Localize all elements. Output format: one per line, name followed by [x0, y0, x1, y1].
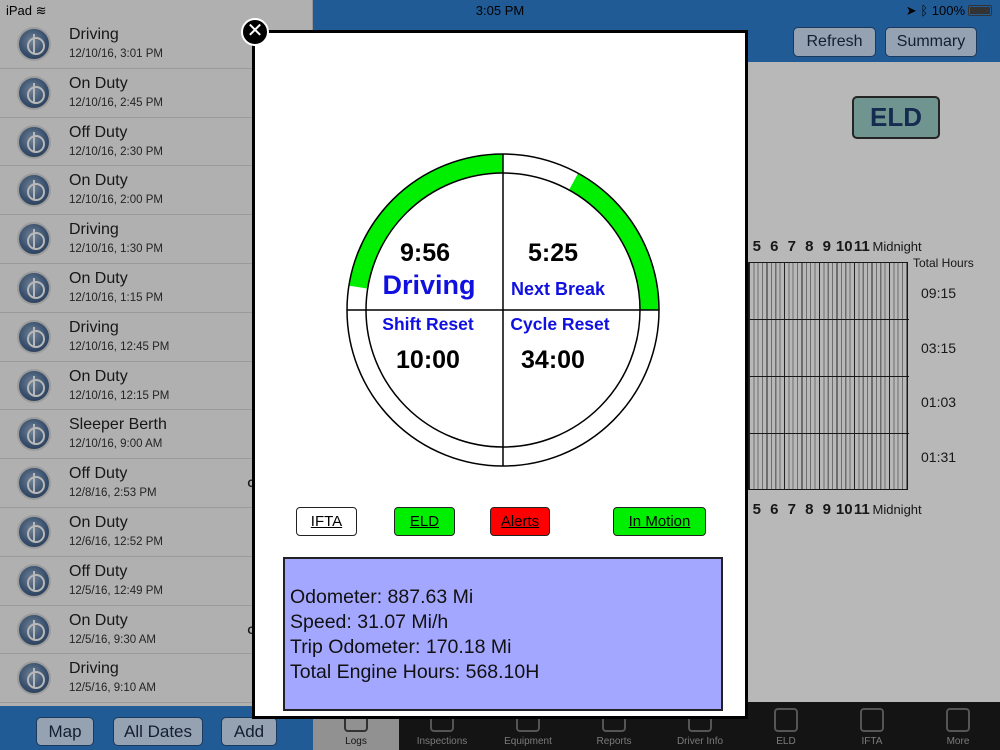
eld-status-modal: 9:56 5:25 Driving Next Break Shift Reset…: [252, 30, 748, 719]
engine-hours-text: Total Engine Hours: 568.10H: [290, 661, 540, 683]
alerts-button[interactable]: Alerts: [490, 507, 550, 536]
odometer-text: Odometer: 887.63 Mi: [290, 586, 474, 608]
trip-odometer-text: Trip Odometer: 170.18 Mi: [290, 636, 512, 658]
bluetooth-icon: ᛒ: [920, 3, 929, 18]
close-icon[interactable]: ✕: [241, 18, 269, 46]
cycle-reset-time: 34:00: [521, 346, 585, 374]
cycle-reset-label: Cycle Reset: [510, 314, 609, 334]
vehicle-info-box: Odometer: 887.63 Mi Speed: 31.07 Mi/h Tr…: [283, 557, 723, 711]
next-break-time: 5:25: [528, 239, 578, 267]
shift-reset-time: 10:00: [396, 346, 460, 374]
speed-text: Speed: 31.07 Mi/h: [290, 611, 449, 633]
in-motion-button[interactable]: In Motion: [613, 507, 706, 536]
driving-time: 9:56: [400, 239, 450, 267]
shift-reset-label: Shift Reset: [382, 314, 474, 334]
ifta-button[interactable]: IFTA: [296, 507, 357, 536]
status-right: ➤ ᛒ 100%: [906, 3, 992, 19]
clock: 3:05 PM: [475, 3, 525, 18]
status-bar: iPad ≋ 3:05 PM ➤ ᛒ 100%: [0, 0, 1000, 22]
next-break-label: Next Break: [511, 279, 606, 299]
battery-percent: 100%: [931, 3, 965, 18]
driving-label: Driving: [382, 270, 475, 300]
battery-icon: [968, 5, 992, 16]
hos-dial: 9:56 5:25 Driving Next Break Shift Reset…: [346, 153, 660, 467]
location-icon: ➤: [905, 3, 917, 18]
eld-button[interactable]: ELD: [394, 507, 455, 536]
